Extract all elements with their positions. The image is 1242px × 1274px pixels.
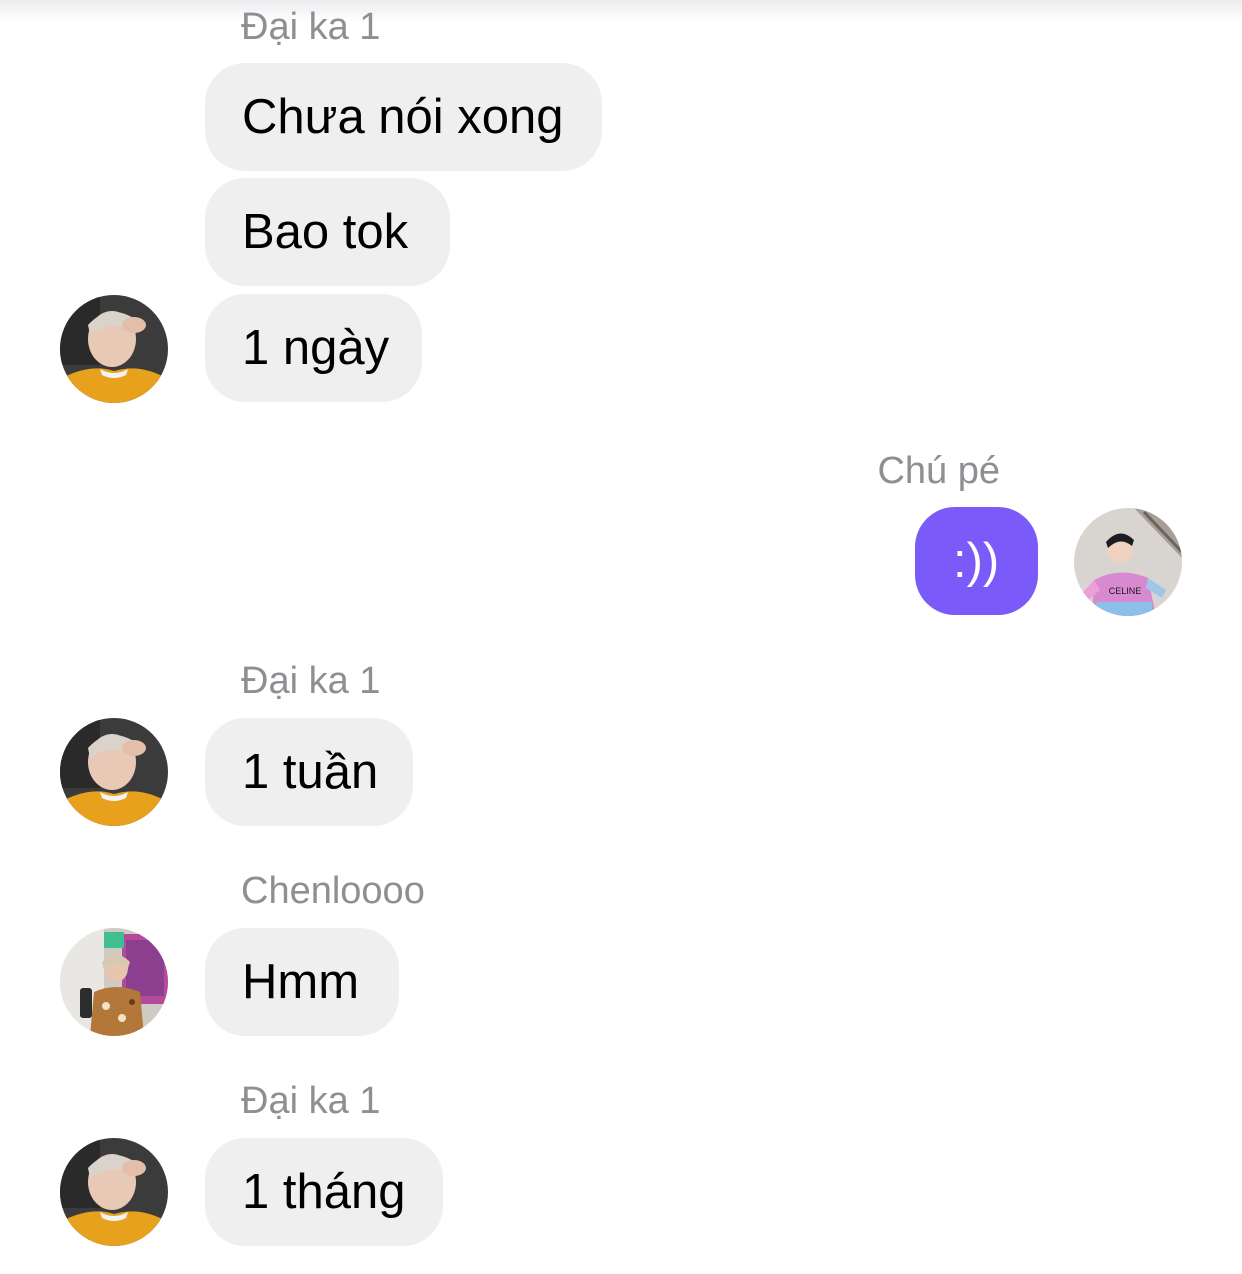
message-bubble[interactable]: Bao tok	[205, 178, 450, 286]
avatar-photo-dai-ka	[60, 718, 168, 826]
avatar-photo-dai-ka	[60, 295, 168, 403]
avatar-photo-dai-ka	[60, 1138, 168, 1246]
shirt-print-text: CELINE	[1109, 586, 1142, 596]
avatar[interactable]: CELINE	[1074, 508, 1182, 616]
message-bubble-outgoing[interactable]: :))	[915, 507, 1038, 615]
avatar[interactable]	[60, 718, 168, 826]
avatar[interactable]	[60, 928, 168, 1036]
avatar[interactable]	[60, 295, 168, 403]
message-bubble[interactable]: Chưa nói xong	[205, 63, 602, 171]
avatar[interactable]	[60, 1138, 168, 1246]
avatar-photo-chenloooo	[60, 928, 168, 1036]
message-bubble[interactable]: 1 tháng	[205, 1138, 443, 1246]
message-bubble[interactable]: Hmm	[205, 928, 399, 1036]
sender-name: Chú pé	[877, 450, 1000, 492]
message-bubble[interactable]: 1 ngày	[205, 294, 422, 402]
sender-name: Đại ka 1	[241, 1080, 381, 1122]
sender-name: Đại ka 1	[241, 660, 381, 702]
sender-name: Đại ka 1	[241, 6, 381, 48]
avatar-photo-chu-pe: CELINE	[1074, 508, 1182, 616]
sender-name: Chenloooo	[241, 870, 425, 912]
message-bubble[interactable]: 1 tuần	[205, 718, 413, 826]
top-bar-shadow	[0, 0, 1242, 22]
